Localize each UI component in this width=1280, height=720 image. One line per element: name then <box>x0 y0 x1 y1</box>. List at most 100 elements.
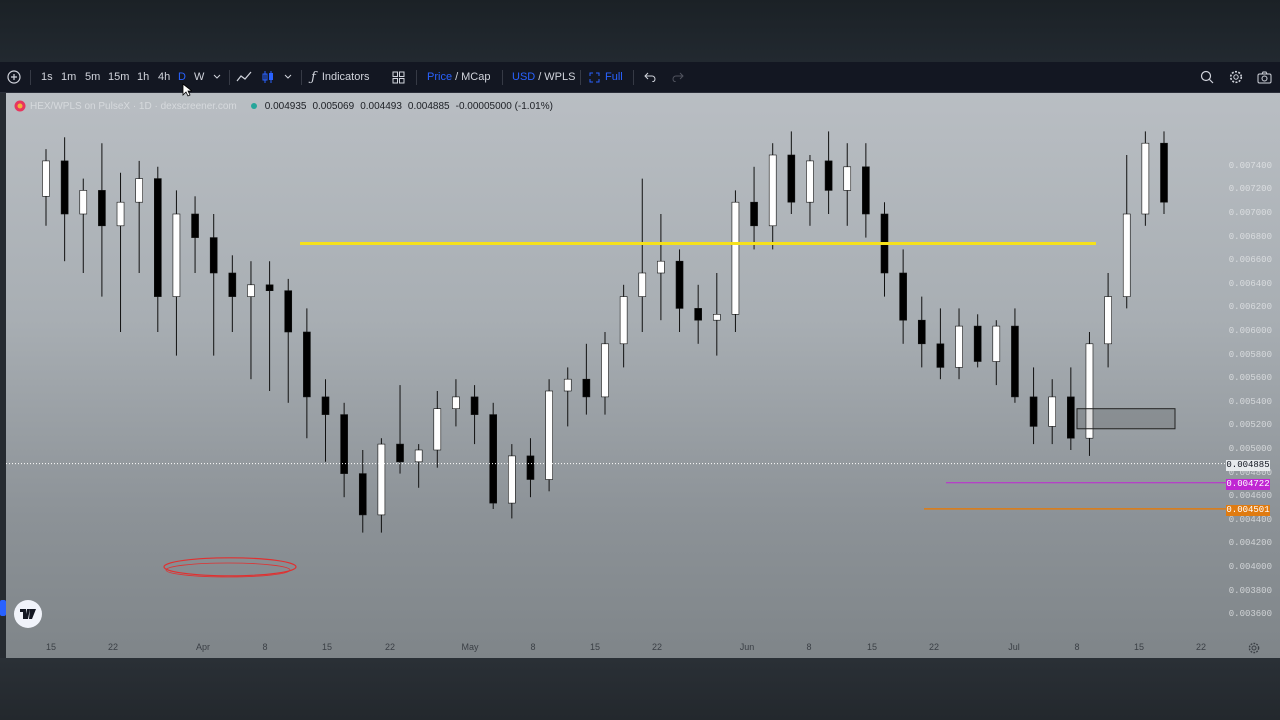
bull-candle <box>452 396 460 409</box>
price-axis-tick: 0.005600 <box>1228 373 1272 384</box>
plus-circle-icon <box>7 70 21 84</box>
redo-button[interactable] <box>668 62 688 92</box>
chevron-down-icon <box>213 74 221 79</box>
time-axis-label: 15 <box>589 642 601 652</box>
price-mcap-toggle[interactable]: Price / MCap <box>427 62 490 92</box>
gear-icon[interactable] <box>1248 642 1260 654</box>
red-circle-annotation <box>165 562 291 578</box>
bear-candle <box>1029 396 1038 427</box>
price-axis-tick: 0.007400 <box>1228 160 1272 171</box>
bear-candle <box>60 160 69 215</box>
price-axis-tick: 0.007000 <box>1228 208 1272 218</box>
timeframe-w[interactable]: W <box>194 62 204 92</box>
bull-candle <box>79 190 88 215</box>
bull-candle <box>731 201 740 315</box>
price-axis-tick: 0.006200 <box>1228 302 1272 313</box>
chart-style-line-button[interactable] <box>234 62 254 92</box>
bull-candle <box>992 325 1001 362</box>
bull-candle <box>712 314 721 321</box>
toolbar-divider <box>301 70 302 85</box>
line-chart-icon <box>236 71 252 82</box>
bull-candle <box>172 213 181 297</box>
bear-candle <box>396 443 404 463</box>
quick-search-button[interactable] <box>1197 62 1217 92</box>
bull-candle <box>955 325 963 368</box>
price-axis-tick: 0.004400 <box>1228 514 1272 525</box>
orange-line-price-tag: 0.004501 <box>1226 505 1270 516</box>
bull-candle <box>508 455 516 504</box>
timeframe-15m[interactable]: 15m <box>108 62 129 92</box>
timeframe-dropdown-button[interactable] <box>207 62 227 92</box>
chevron-down-icon <box>284 74 292 79</box>
bull-candle <box>433 408 442 451</box>
time-axis-label: Jul <box>1008 642 1020 652</box>
bear-candle <box>303 331 311 398</box>
ohlc-high: 0.005069 <box>312 100 355 112</box>
time-axis-label: 15 <box>321 642 333 652</box>
price-axis-tick: 0.006600 <box>1228 255 1272 266</box>
fx-icon: ƒ <box>311 69 316 85</box>
price-axis-tick: 0.006800 <box>1228 231 1272 242</box>
symbol-title[interactable]: HEX/WPLS on PulseX · 1D · dexscreener.co… <box>30 101 237 112</box>
chart-toolbar: 1s 1m 5m 15m 1h 4h D W ƒ Indicators Pric… <box>0 62 1280 93</box>
time-axis-label: May <box>461 642 479 652</box>
time-axis-label: 15 <box>45 642 57 652</box>
bear-candle <box>694 308 702 321</box>
full-range-button[interactable]: Full <box>589 62 623 92</box>
time-axis-label: 15 <box>1133 642 1145 652</box>
usd-option[interactable]: USD <box>512 71 535 83</box>
bull-candle <box>843 166 852 191</box>
time-axis-label: 22 <box>651 642 663 652</box>
indicators-button[interactable]: ƒ Indicators <box>311 62 370 92</box>
mcap-option[interactable]: MCap <box>461 71 490 83</box>
layouts-button[interactable] <box>388 62 408 92</box>
time-axis-label: 22 <box>1195 642 1207 652</box>
settings-button[interactable] <box>1226 62 1246 92</box>
price-axis-tick: 0.004000 <box>1228 562 1272 572</box>
bull-candle <box>601 343 609 398</box>
bear-candle <box>973 325 982 362</box>
ohlc-open: 0.004935 <box>264 100 307 112</box>
chart-style-candles-button[interactable] <box>258 62 278 92</box>
bear-candle <box>750 201 758 227</box>
ohlc-change: -0.00005000 (-1.01%) <box>455 100 553 112</box>
time-axis-label: Jun <box>739 642 755 652</box>
candlestick-chart[interactable] <box>6 93 1280 658</box>
bull-candle <box>414 449 423 463</box>
chart-style-dropdown-button[interactable] <box>278 62 298 92</box>
mouse-cursor-icon <box>182 83 192 97</box>
timeframe-5m[interactable]: 5m <box>85 62 100 92</box>
quote-currency-toggle[interactable]: USD / WPLS <box>512 62 575 92</box>
bull-candle <box>116 201 125 227</box>
bear-candle <box>358 473 367 516</box>
bear-candle <box>899 272 907 321</box>
camera-icon <box>1257 71 1271 83</box>
tradingview-logo[interactable] <box>14 600 42 628</box>
slash-separator: / <box>538 71 542 83</box>
timeframe-1h[interactable]: 1h <box>137 62 149 92</box>
price-chart-pane[interactable] <box>6 93 1280 658</box>
undo-button[interactable] <box>640 62 660 92</box>
sidebar-handle[interactable] <box>0 600 6 616</box>
timeframe-1m[interactable]: 1m <box>61 62 76 92</box>
bear-candle <box>209 237 218 274</box>
bear-candle <box>284 290 293 333</box>
snapshot-button[interactable] <box>1254 62 1274 92</box>
bear-candle <box>1011 325 1019 398</box>
bear-candle <box>862 166 870 215</box>
timeframe-4h[interactable]: 4h <box>158 62 170 92</box>
video-top-band <box>0 0 1280 62</box>
toolbar-divider <box>229 70 230 85</box>
bull-candle <box>638 272 647 297</box>
bear-candle <box>917 319 926 345</box>
bear-candle <box>675 260 684 309</box>
time-axis-label: 8 <box>1074 642 1080 652</box>
price-option[interactable]: Price <box>427 71 452 83</box>
bear-candle <box>321 396 330 415</box>
wpls-option[interactable]: WPLS <box>544 71 575 83</box>
timeframe-1s[interactable]: 1s <box>41 62 53 92</box>
price-axis-tick: 0.005000 <box>1228 444 1272 454</box>
time-axis-label: 22 <box>384 642 396 652</box>
bull-candle <box>1104 296 1112 345</box>
add-symbol-button[interactable] <box>4 62 24 92</box>
